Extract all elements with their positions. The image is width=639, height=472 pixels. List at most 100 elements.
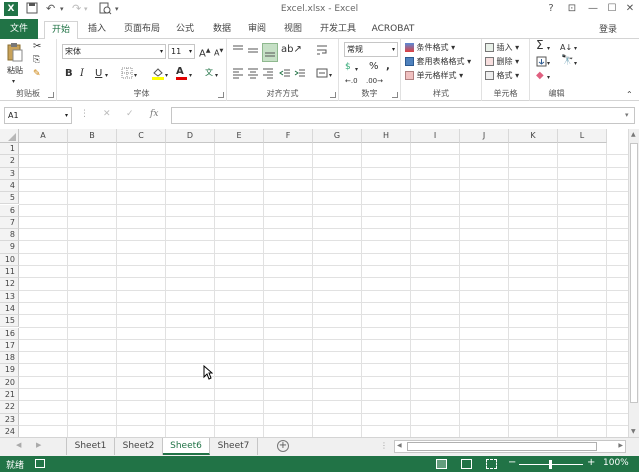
phonetic-dropdown-icon[interactable]: ▾: [215, 70, 218, 81]
bold-button[interactable]: B: [65, 68, 73, 79]
column-header-c[interactable]: C: [117, 129, 166, 143]
row-header-12[interactable]: 12: [0, 278, 19, 291]
phonetic-guide-icon[interactable]: 文: [205, 67, 213, 78]
scroll-right-icon[interactable]: ▶: [618, 442, 623, 449]
tab-formulas[interactable]: 公式: [170, 21, 200, 39]
tab-data[interactable]: 数据: [207, 21, 237, 39]
merge-center-icon[interactable]: [316, 67, 328, 82]
worksheet-grid[interactable]: A B C D E F G H I J K L 1 2 3 4 5 6 7 8 9 10 11 12 13 14 15 16 17 18 1…: [0, 129, 628, 437]
tab-file[interactable]: 文件: [0, 19, 38, 39]
find-select-icon[interactable]: 🔭: [561, 55, 573, 66]
row-header-19[interactable]: 19: [0, 364, 19, 377]
font-size-select[interactable]: 11 ▾: [168, 44, 195, 59]
conditional-formatting-button[interactable]: 条件格式 ▾: [405, 42, 455, 53]
increase-font-size-button[interactable]: A▲: [199, 45, 210, 59]
font-color-dropdown-icon[interactable]: ▾: [189, 70, 192, 81]
accounting-format-icon[interactable]: $: [345, 62, 351, 73]
fill-button[interactable]: [536, 56, 547, 70]
sort-filter-dropdown-icon[interactable]: ▾: [574, 43, 577, 54]
sign-in-link[interactable]: 登录: [599, 22, 617, 35]
fill-color-dropdown-icon[interactable]: ▾: [165, 70, 168, 81]
row-header-16[interactable]: 16: [0, 327, 19, 340]
insert-cells-button[interactable]: 插入 ▾: [485, 42, 519, 53]
row-header-10[interactable]: 10: [0, 253, 19, 266]
row-header-8[interactable]: 8: [0, 229, 19, 242]
sheet-scroll-left-icon[interactable]: ◀: [16, 441, 21, 449]
insert-function-icon[interactable]: fx: [150, 109, 158, 119]
name-box[interactable]: A1 ▾: [4, 107, 72, 124]
row-header-7[interactable]: 7: [0, 216, 19, 230]
horizontal-scrollbar[interactable]: ◀ ▶: [394, 440, 626, 453]
row-header-14[interactable]: 14: [0, 302, 19, 316]
wrap-text-icon[interactable]: [316, 44, 328, 59]
row-header-18[interactable]: 18: [0, 352, 19, 365]
cancel-entry-icon[interactable]: ✕: [103, 109, 111, 119]
tab-acrobat[interactable]: ACROBAT: [367, 21, 419, 39]
row-header-4[interactable]: 4: [0, 179, 19, 193]
paste-button[interactable]: [6, 42, 24, 65]
page-break-view-icon[interactable]: [486, 459, 497, 469]
zoom-out-button[interactable]: −: [508, 457, 516, 468]
copy-icon[interactable]: ⎘: [33, 55, 40, 66]
merge-dropdown-icon[interactable]: ▾: [329, 70, 332, 81]
sheet-tab-sheet1[interactable]: Sheet1: [67, 438, 115, 455]
font-dialog-launcher-icon[interactable]: [218, 92, 224, 98]
vertical-scroll-thumb[interactable]: [630, 143, 638, 403]
top-align-icon[interactable]: [232, 44, 244, 59]
row-header-13[interactable]: 13: [0, 290, 19, 303]
align-center-icon[interactable]: [247, 67, 259, 82]
column-header-k[interactable]: K: [509, 129, 558, 143]
normal-view-icon[interactable]: [436, 459, 447, 469]
tab-developer[interactable]: 开发工具: [315, 21, 361, 39]
vertical-scrollbar[interactable]: ▲ ▼: [628, 129, 639, 437]
confirm-entry-icon[interactable]: ✓: [126, 109, 134, 119]
fill-color-button[interactable]: [151, 66, 165, 83]
tab-review[interactable]: 审阅: [242, 21, 272, 39]
sheet-tab-sheet7[interactable]: Sheet7: [210, 438, 258, 455]
percent-style-button[interactable]: %: [369, 61, 379, 72]
align-right-icon[interactable]: [262, 67, 274, 82]
borders-button[interactable]: [121, 67, 133, 82]
row-header-17[interactable]: 17: [0, 339, 19, 353]
new-sheet-button[interactable]: +: [277, 440, 289, 452]
format-painter-icon[interactable]: ✎: [33, 69, 41, 80]
minimize-button[interactable]: —: [585, 2, 601, 16]
scroll-down-icon[interactable]: ▼: [631, 428, 636, 435]
clear-icon[interactable]: ◆: [536, 70, 544, 81]
row-header-24[interactable]: 24: [0, 425, 19, 437]
column-header-f[interactable]: F: [264, 129, 313, 143]
sheet-tab-sheet2[interactable]: Sheet2: [115, 438, 163, 455]
font-color-button[interactable]: A: [176, 66, 187, 80]
scroll-up-icon[interactable]: ▲: [631, 131, 636, 138]
underline-dropdown-icon[interactable]: ▾: [105, 70, 108, 81]
row-header-20[interactable]: 20: [0, 376, 19, 389]
ribbon-display-button[interactable]: ⊡: [564, 2, 580, 16]
format-cells-button[interactable]: 格式 ▾: [485, 70, 519, 81]
zoom-level[interactable]: 100%: [603, 458, 629, 468]
bottom-align-icon[interactable]: [262, 43, 278, 62]
row-header-5[interactable]: 5: [0, 192, 19, 205]
font-name-select[interactable]: 宋体 ▾: [62, 44, 166, 59]
macro-record-icon[interactable]: [35, 459, 45, 468]
sort-filter-button[interactable]: A↓: [560, 42, 572, 53]
alignment-dialog-launcher-icon[interactable]: [330, 92, 336, 98]
help-button[interactable]: ?: [543, 2, 559, 16]
cut-icon[interactable]: ✂: [33, 41, 41, 52]
decrease-decimal-icon[interactable]: .00→: [366, 76, 383, 87]
paste-dropdown-icon[interactable]: ▾: [12, 76, 15, 87]
sheet-scroll-right-icon[interactable]: ▶: [36, 441, 41, 449]
expand-formula-bar-icon[interactable]: ▾: [625, 111, 629, 119]
orientation-icon[interactable]: ab↗: [281, 44, 302, 55]
tab-insert[interactable]: 插入: [82, 21, 112, 39]
row-header-21[interactable]: 21: [0, 389, 19, 402]
row-header-6[interactable]: 6: [0, 204, 19, 217]
autosum-dropdown-icon[interactable]: ▾: [547, 43, 550, 54]
decrease-indent-icon[interactable]: [279, 67, 291, 82]
find-select-dropdown-icon[interactable]: ▾: [574, 58, 577, 69]
row-header-11[interactable]: 11: [0, 266, 19, 279]
sheet-tab-sheet6[interactable]: Sheet6: [163, 438, 210, 455]
increase-indent-icon[interactable]: [294, 67, 306, 82]
number-dialog-launcher-icon[interactable]: [392, 92, 398, 98]
zoom-in-button[interactable]: +: [587, 457, 595, 468]
increase-decimal-icon[interactable]: ←.0: [345, 76, 358, 87]
